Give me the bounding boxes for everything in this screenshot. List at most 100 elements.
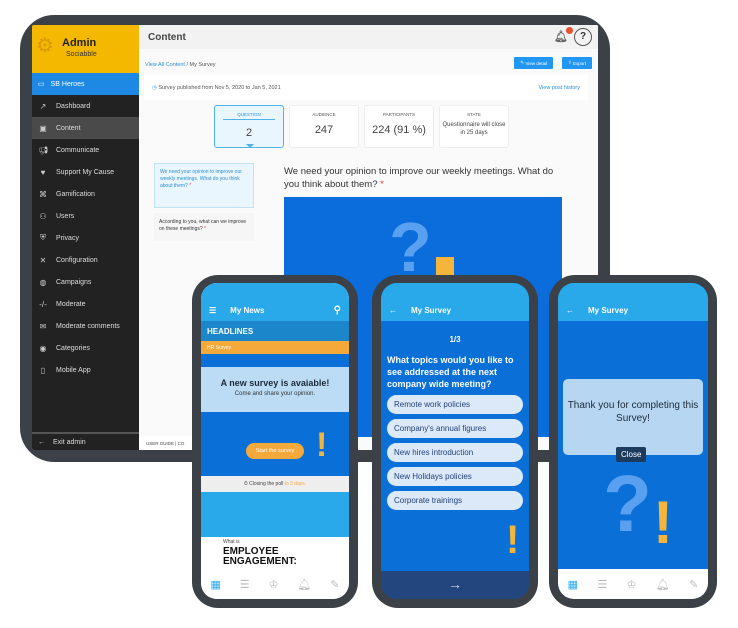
sidebar-item-dashboard[interactable]: ↗ Dashboard [32, 95, 139, 117]
box-illustration [436, 257, 454, 275]
tab-bar: ▦ ☰ ♔ 🔔︎ ✎ [201, 569, 349, 599]
globe-icon: ◍ [39, 277, 47, 287]
brand-selector[interactable]: ▭ SB Heroes [32, 73, 139, 95]
question-item[interactable]: According to you, what can we improve on… [154, 213, 254, 241]
blog-card[interactable]: What is EMPLOYEE ENGAGEMENT: [201, 507, 349, 569]
question-item[interactable]: We need your opinion to improve our week… [154, 163, 254, 208]
closing-poll: ⏱ Closing the poll in 3 days. [201, 476, 349, 492]
breadcrumb-link[interactable]: View All Content [145, 62, 185, 68]
exit-admin-button[interactable]: ← Exit admin [32, 432, 139, 450]
option-list: Remote work policies Company's annual fig… [381, 395, 529, 510]
monitor-icon: ▭ [38, 81, 45, 88]
sidebar-nav: ↗ Dashboard ▣ Content 📢︎ Communicate ♥ Support … [32, 95, 139, 381]
survey-option[interactable]: Corporate trainings [387, 491, 523, 510]
sidebar-item-privacy[interactable]: ⛨ Privacy [32, 227, 139, 249]
sidebar-item-moderate-comments[interactable]: ✉ Moderate comments [32, 315, 139, 337]
phone-survey: ← My Survey 1/3 What topics would you lik… [372, 275, 538, 608]
notification-icon[interactable]: 🔔︎ [656, 578, 670, 591]
sidebar-item-users[interactable]: ⚇ Users [32, 205, 139, 227]
question-mark-illustration: ? [603, 459, 652, 548]
brand-label: SB Heroes [50, 80, 85, 88]
sidebar-item-label: Content [56, 124, 81, 132]
survey-option[interactable]: Remote work policies [387, 395, 523, 414]
gear-icon: ⚙ [36, 35, 54, 57]
list-icon[interactable]: ☰ [597, 578, 607, 591]
headlines-label: HEADLINES [201, 321, 349, 341]
sidebar-item-label: Mobile App [56, 366, 91, 374]
stat-value: 2 [245, 127, 253, 139]
grid-icon[interactable]: ▦ [568, 578, 578, 591]
search-icon[interactable]: ⚲ [334, 305, 341, 316]
sidebar-item-content[interactable]: ▣ Content [32, 117, 139, 139]
survey-question: What topics would you like to see addres… [387, 355, 514, 389]
survey-option[interactable]: New hires introduction [387, 443, 523, 462]
stat-label: QUESTION [223, 112, 275, 120]
survey-card-bg: A new survey is avaiable! Come and share… [201, 354, 349, 494]
sidebar-item-label: Gamification [56, 190, 95, 198]
view-detail-button[interactable]: ✎ View detail [514, 57, 553, 69]
edit-icon[interactable]: ✎ [689, 578, 698, 591]
start-survey-button[interactable]: Start the survey [246, 443, 304, 459]
sidebar-item-configuration[interactable]: ✕ Configuration [32, 249, 139, 271]
sidebar-item-mobile-app[interactable]: ▯ Mobile App [32, 359, 139, 381]
blog-banner [201, 507, 349, 537]
sidebar-item-gamification[interactable]: ⌘ Gamification [32, 183, 139, 205]
back-arrow-icon[interactable]: ← [389, 306, 397, 315]
question-text: We need your opinion to improve our week… [160, 169, 242, 189]
grid-icon[interactable]: ▦ [210, 578, 220, 591]
tools-icon: ✕ [39, 255, 47, 265]
question-title-text: We need your opinion to improve our week… [284, 166, 554, 190]
menu-icon[interactable]: ☰ [209, 306, 216, 315]
exclamation-illustration: ! [506, 518, 520, 562]
back-arrow-icon[interactable]: ← [566, 306, 574, 315]
question-title: We need your opinion to improve our week… [284, 166, 554, 190]
users-icon: ⚇ [39, 211, 47, 221]
view-history-link[interactable]: View post history [539, 85, 580, 91]
logo: ⚙ Admin Sociabble [32, 25, 139, 73]
sidebar-item-label: Users [56, 212, 75, 220]
arrow-left-icon: ← [38, 438, 45, 446]
exclamation-illustration: ! [653, 489, 673, 556]
sidebar-item-communicate[interactable]: 📢︎ Communicate [32, 139, 139, 161]
export-button[interactable]: ⇪ Export [561, 57, 592, 69]
question-text: According to you, what can we improve on… [159, 219, 246, 232]
exit-label: Exit admin [53, 438, 86, 446]
sidebar-item-label: Campaigns [56, 278, 92, 286]
sidebar-item-moderate[interactable]: -/- Moderate [32, 293, 139, 315]
footer-links[interactable]: USER GUIDE | CO [139, 436, 199, 450]
logo-subtitle: Sociabble [66, 51, 97, 58]
phone-thanks: ← My Survey Thank you for completing this… [549, 275, 717, 608]
phone-header: ☰ My News ⚲ [201, 283, 349, 321]
phone-header: ← My Survey [558, 283, 708, 321]
notification-icon[interactable]: 🔔︎ [297, 578, 311, 591]
chart-trend-icon: ↗ [39, 101, 47, 111]
phone-news-screen: ☰ My News ⚲ HEADLINES HR Survey A new surv… [201, 283, 349, 599]
list-icon[interactable]: ☰ [240, 578, 250, 591]
phone-news: ☰ My News ⚲ HEADLINES HR Survey A new surv… [192, 275, 358, 608]
phone-thanks-screen: ← My Survey Thank you for completing this… [558, 283, 708, 599]
next-button[interactable]: → [381, 571, 529, 599]
people-icon[interactable]: ♔ [627, 578, 637, 591]
code-icon: -/- [39, 299, 47, 309]
help-icon[interactable]: ? [574, 28, 592, 46]
toggle-icon: ◉ [39, 343, 47, 353]
edit-icon[interactable]: ✎ [330, 578, 339, 591]
sidebar: ⚙ Admin Sociabble ▭ SB Heroes ↗ Dashboard ▣… [32, 25, 139, 450]
blog-kicker: What is [223, 539, 240, 545]
page-title: Content [148, 31, 186, 43]
survey-option[interactable]: New Holidays policies [387, 467, 523, 486]
hand-heart-icon: ♥ [40, 167, 46, 177]
survey-option[interactable]: Company's annual figures [387, 419, 523, 438]
people-icon[interactable]: ♔ [269, 578, 279, 591]
sidebar-item-categories[interactable]: ◉ Categories [32, 337, 139, 359]
closing-days: in 3 days. [284, 481, 307, 487]
blog-title: EMPLOYEE ENGAGEMENT: [223, 546, 297, 567]
tab-bar: ▦ ☰ ♔ 🔔︎ ✎ [558, 569, 708, 599]
sidebar-item-support-my-cause[interactable]: ♥ Support My Cause [32, 161, 139, 183]
thank-you-card: Thank you for completing this Survey! [563, 379, 703, 455]
bell-icon[interactable]: 🔔︎ [554, 27, 573, 43]
sidebar-item-label: Privacy [56, 234, 79, 242]
megaphone-icon: 📢︎ [38, 145, 49, 155]
sidebar-item-campaigns[interactable]: ◍ Campaigns [32, 271, 139, 293]
stat-question[interactable]: QUESTION 2 [214, 105, 284, 148]
